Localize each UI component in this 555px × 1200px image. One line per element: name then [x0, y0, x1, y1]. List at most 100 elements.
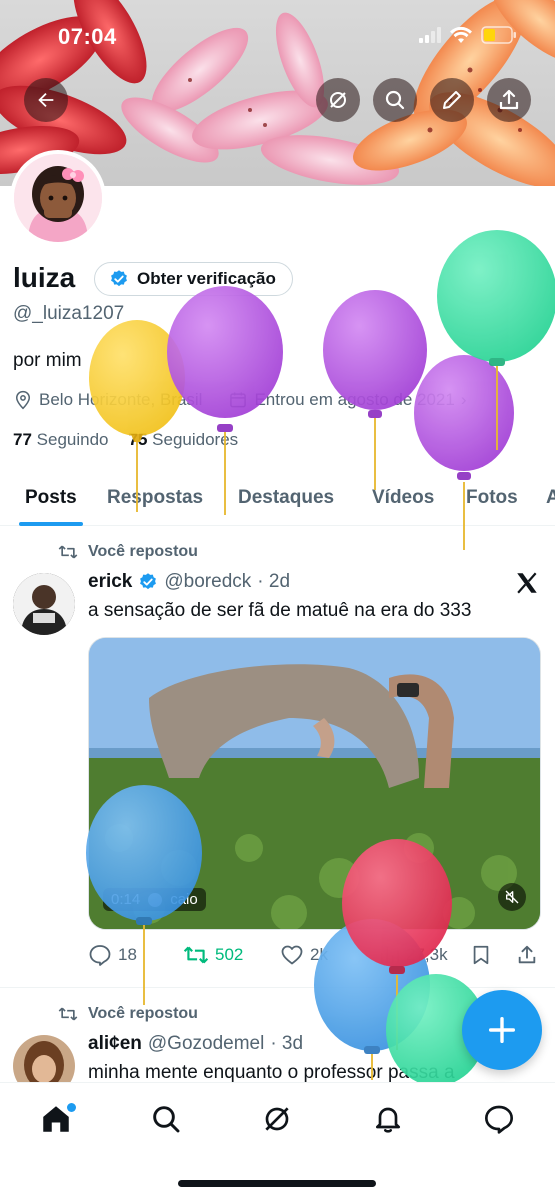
tab-videos[interactable]: Vídeos [372, 470, 434, 526]
compose-fab-button[interactable] [462, 990, 542, 1070]
post-text: minha mente enquanto o professor passa a [88, 1062, 455, 1083]
tab-highlights[interactable]: Destaques [238, 470, 334, 526]
tab-posts[interactable]: Posts [19, 470, 83, 526]
views-chart-icon [380, 946, 400, 964]
repost-label: Você repostou [88, 543, 198, 560]
heart-icon [281, 945, 303, 965]
post-handle[interactable]: @Gozodemel [148, 1033, 264, 1055]
bookmark-button[interactable] [470, 943, 492, 967]
post-time: · 2d [257, 571, 291, 592]
following-label: Seguindo [36, 430, 109, 449]
balloon-green [437, 230, 555, 450]
verified-badge-icon [140, 573, 157, 590]
post-avatar[interactable] [13, 573, 75, 635]
nav-grok[interactable] [257, 1099, 297, 1139]
repost-icon [58, 545, 78, 559]
get-verified-label: Obter verificação [137, 269, 276, 288]
x-logo-icon [517, 572, 537, 594]
avatar-photo [13, 573, 75, 635]
video-time: 0:14 [111, 891, 141, 908]
avatar-illustration [14, 154, 102, 242]
post-divider [0, 987, 555, 988]
tab-more[interactable]: A [546, 470, 555, 526]
battery-icon [481, 26, 516, 44]
nav-notifications[interactable] [368, 1099, 408, 1139]
search-icon [385, 90, 405, 110]
profile-name: luiza [13, 262, 76, 293]
video-timestamp: 0:14 caio [103, 888, 206, 911]
repost-count: 502 [215, 945, 244, 964]
search-button[interactable] [373, 78, 417, 122]
bell-icon [376, 1107, 400, 1133]
share-button[interactable] [487, 78, 531, 122]
search-icon [153, 1106, 180, 1133]
repost-button[interactable]: 502 [183, 944, 243, 966]
bookmark-icon [473, 945, 489, 965]
repost-label: Você repostou [88, 1005, 198, 1022]
reply-button[interactable]: 18 [88, 943, 137, 967]
post-author[interactable]: ali¢en [88, 1033, 142, 1055]
tab-replies[interactable]: Respostas [107, 470, 203, 526]
nav-home[interactable] [36, 1099, 76, 1139]
post-actions: 18 502 2k 27,3k [88, 940, 543, 970]
post-video[interactable]: 0:14 caio [88, 637, 541, 930]
pencil-icon [443, 91, 461, 109]
status-icons [419, 26, 517, 44]
profile-handle: @_luiza1207 [13, 303, 125, 324]
followers-count: 75 [128, 430, 148, 449]
views-button[interactable]: 27,3k [378, 944, 448, 966]
following-link[interactable]: 77 Seguindo [13, 430, 109, 450]
verified-badge-icon [111, 270, 127, 287]
nav-messages[interactable] [479, 1099, 519, 1139]
message-bubble-icon [485, 1105, 513, 1134]
notification-dot [67, 1103, 76, 1112]
repost-indicator: Você repostou [58, 1005, 198, 1023]
like-count: 2k [310, 945, 328, 964]
repost-icon [183, 946, 209, 964]
caio-avatar-icon [148, 892, 163, 907]
followers-link[interactable]: 75 Seguidores [129, 430, 239, 450]
tab-photos[interactable]: Fotos [466, 470, 518, 526]
post-handle[interactable]: @boredck [164, 571, 251, 593]
grok-icon [330, 92, 346, 108]
video-frame [89, 638, 540, 929]
post-share-button[interactable] [516, 943, 538, 967]
signal-icon [419, 27, 441, 43]
post-text: a sensação de ser fã de matuê na era do … [88, 600, 472, 621]
reply-count: 18 [118, 945, 137, 964]
plus-icon [488, 1016, 516, 1044]
status-time: 07:04 [58, 24, 117, 49]
nav-search[interactable] [146, 1099, 186, 1139]
profile-tabs: Posts Respostas Destaques Vídeos Fotos A [0, 470, 555, 526]
profile-avatar[interactable] [10, 150, 106, 246]
speaker-muted-icon [505, 890, 519, 904]
repost-indicator: Você repostou [58, 543, 198, 561]
chevron-right-icon: › [460, 390, 467, 409]
reply-icon [89, 945, 111, 966]
profile-meta: Belo Horizonte, Brasil Entrou em agosto … [13, 390, 467, 410]
view-count: 27,3k [406, 945, 448, 964]
profile-location: Belo Horizonte, Brasil [39, 390, 203, 409]
back-button[interactable] [24, 78, 68, 122]
video-tag: caio [170, 891, 198, 908]
post-header: ali¢en @Gozodemel · 3d [88, 1033, 303, 1055]
wifi-icon [450, 26, 472, 43]
post-author[interactable]: erick [88, 571, 132, 593]
profile-joined: Entrou em agosto de 2021 [254, 390, 455, 409]
location-pin-icon [15, 390, 31, 410]
grok-icon [265, 1107, 289, 1131]
mute-button[interactable] [498, 883, 526, 911]
post-header: erick @boredck · 2d [88, 571, 290, 593]
repost-icon [58, 1007, 78, 1021]
calendar-icon [230, 392, 247, 408]
share-icon [499, 89, 519, 110]
status-bar: 07:04 [0, 0, 555, 70]
profile-bio: por mim [13, 350, 82, 371]
get-verified-button[interactable]: Obter verificação [94, 262, 293, 296]
edit-button[interactable] [430, 78, 474, 122]
grok-button[interactable] [316, 78, 360, 122]
like-button[interactable]: 2k [280, 943, 328, 967]
share-icon [518, 945, 536, 964]
followers-label: Seguidores [152, 430, 239, 449]
home-indicator [178, 1180, 376, 1187]
